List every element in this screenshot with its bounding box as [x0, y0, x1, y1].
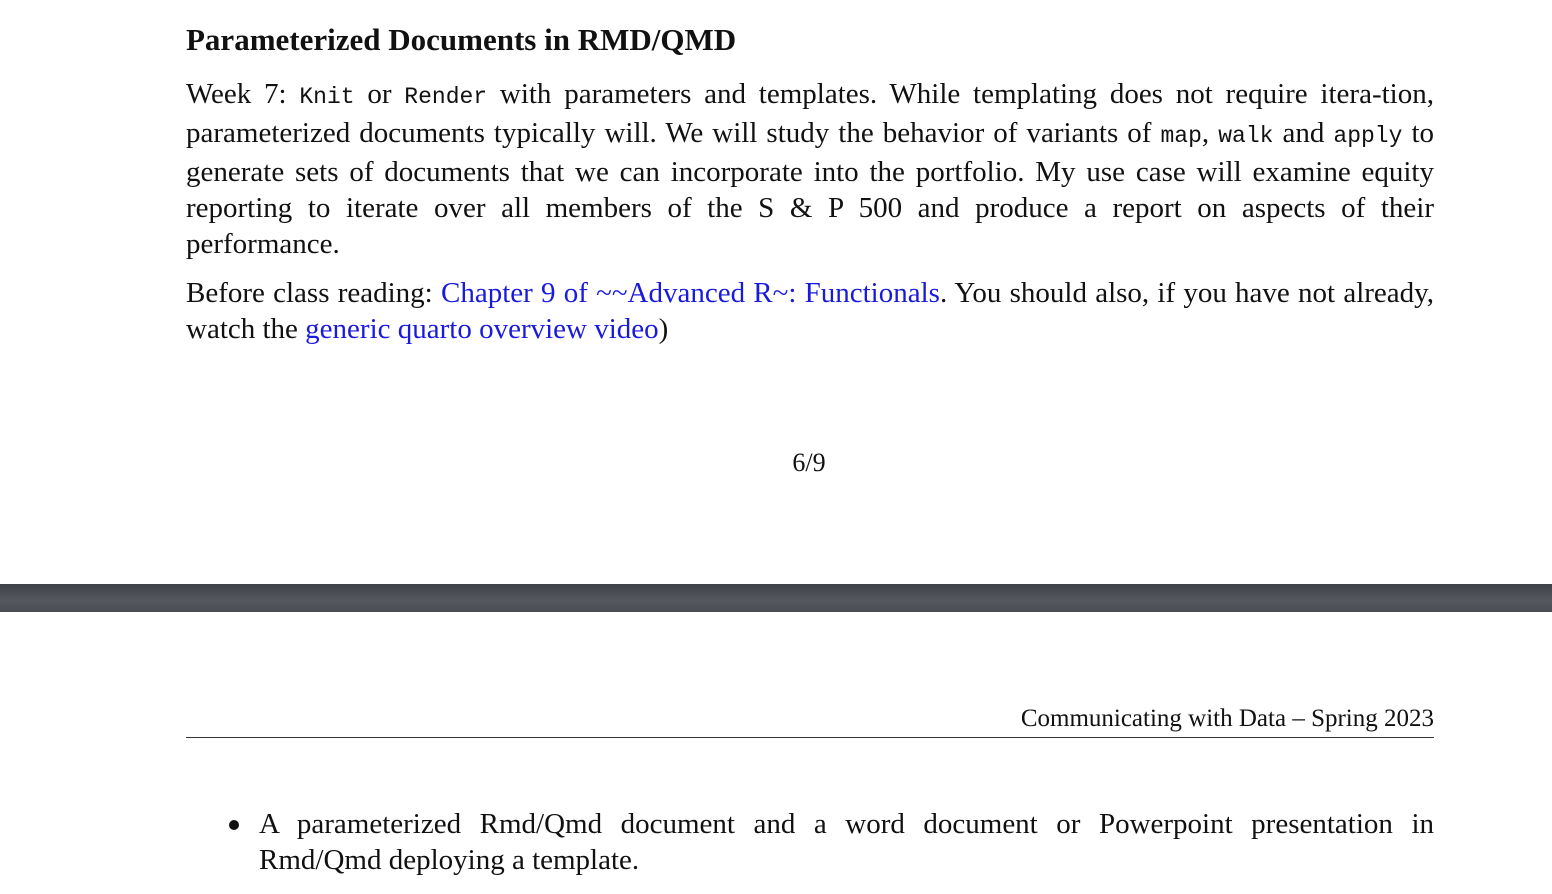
para-text: and [1273, 117, 1334, 149]
running-header: Communicating with Data – Spring 2023 [1020, 705, 1434, 732]
para-text: Before class reading: [186, 277, 441, 309]
bullet-icon [229, 820, 239, 830]
page-number: 6/9 [792, 448, 826, 477]
reading-paragraph: Before class reading: Chapter 9 of ~~Adv… [186, 275, 1434, 347]
para-text: ) [658, 313, 669, 345]
code-map: map [1160, 123, 1202, 149]
document-page-lower: Communicating with Data – Spring 2023 A … [0, 612, 1552, 894]
advanced-r-chapter-link[interactable]: Chapter 9 of ~~Advanced R~: Functionals [441, 277, 940, 309]
code-apply: apply [1333, 123, 1403, 149]
code-walk: walk [1218, 123, 1274, 149]
code-knit: Knit [299, 84, 355, 110]
code-render: Render [404, 84, 488, 110]
week7-paragraph: Week 7: Knit or Render with parameters a… [186, 76, 1434, 262]
section-heading: Parameterized Documents in RMD/QMD [186, 22, 737, 57]
para-text: Week 7: [186, 78, 300, 110]
header-rule [186, 737, 1434, 738]
deliverables-list: A parameterized Rmd/Qmd document and a w… [226, 806, 1434, 878]
para-text: or [354, 78, 405, 110]
list-item: A parameterized Rmd/Qmd document and a w… [226, 806, 1434, 878]
list-item-text: A parameterized Rmd/Qmd document and a w… [259, 808, 1434, 876]
quarto-overview-video-link[interactable]: generic quarto overview video [305, 313, 659, 345]
page-separator [0, 584, 1552, 612]
para-text: , [1201, 117, 1219, 149]
document-page-upper: Parameterized Documents in RMD/QMD Week … [0, 0, 1552, 584]
